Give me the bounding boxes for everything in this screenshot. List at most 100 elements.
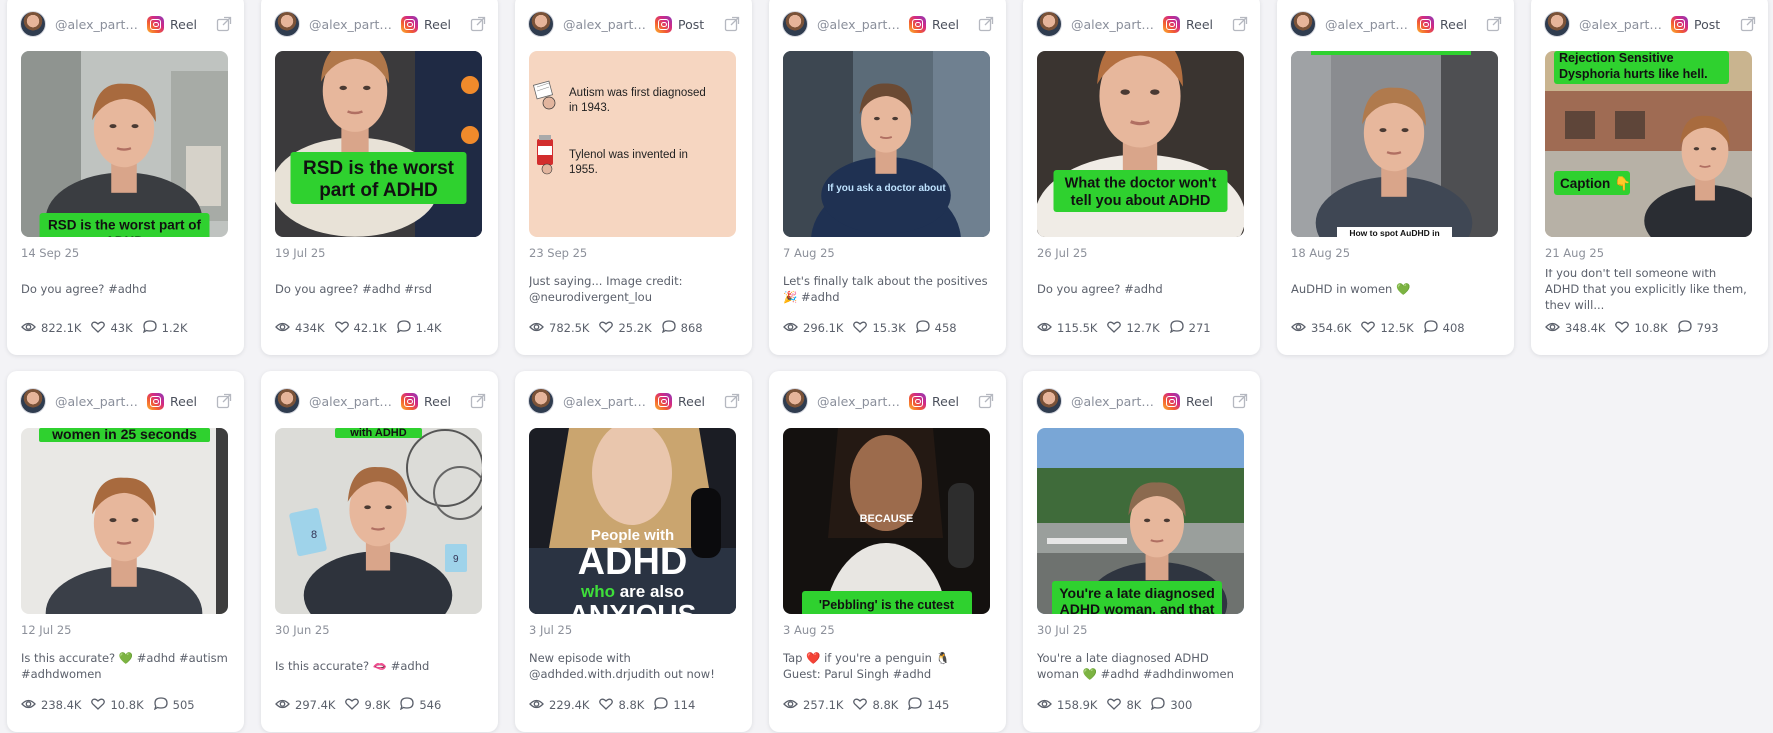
svg-text:If you ask a doctor about: If you ask a doctor about	[827, 183, 946, 194]
post-card[interactable]: @alex_partrid... Post Autism was first d…	[515, 0, 752, 355]
username[interactable]: @alex_partrid...	[1071, 17, 1156, 32]
post-thumbnail[interactable]: People with ADHD who are also ANXIOUS	[529, 428, 736, 614]
views-stat: 348.4K	[1545, 321, 1605, 336]
post-date: 21 Aug 25	[1545, 246, 1605, 260]
post-card[interactable]: @alex_partrid... Reel BECAUSE 'Pebbling'…	[769, 371, 1006, 732]
heart-icon	[345, 698, 364, 713]
post-thumbnail[interactable]: BECAUSE 'Pebbling' is the cutest	[783, 428, 990, 614]
post-card[interactable]: @alex_partrid... Reel If you ask a docto…	[769, 0, 1006, 355]
external-link-icon[interactable]	[1486, 16, 1502, 32]
external-link-icon[interactable]	[216, 393, 232, 409]
avatar[interactable]	[1290, 11, 1316, 37]
post-type-label: Reel	[170, 393, 197, 409]
instagram-icon	[147, 392, 164, 410]
post-card[interactable]: @alex_partrid... Reel 8 9 with ADHD 30 J…	[261, 371, 498, 732]
post-thumbnail[interactable]: 8 9 with ADHD	[275, 428, 482, 614]
username[interactable]: @alex_partrid...	[309, 17, 394, 32]
post-thumbnail[interactable]: Rejection Sensitive Dysphoria hurts like…	[1545, 51, 1752, 237]
external-link-icon[interactable]	[1740, 16, 1756, 32]
username[interactable]: @alex_partrid...	[1325, 17, 1410, 32]
username[interactable]: @alex_partrid...	[817, 394, 902, 409]
views-stat: 822.1K	[21, 321, 81, 336]
external-link-icon[interactable]	[724, 16, 740, 32]
post-thumbnail[interactable]: You're a late diagnosed ADHD woman, and …	[1037, 428, 1244, 614]
card-header: @alex_partrid... Reel	[782, 10, 998, 38]
eye-icon	[783, 698, 803, 713]
post-type-label: Reel	[932, 393, 959, 409]
post-stats: 354.6K 12.5K 408	[1291, 320, 1504, 336]
post-card[interactable]: @alex_partrid... Reel You're a late diag…	[1023, 371, 1260, 732]
avatar[interactable]	[782, 388, 808, 414]
username[interactable]: @alex_partrid...	[563, 394, 648, 409]
username[interactable]: @alex_partrid...	[309, 394, 394, 409]
post-caption: New episode with @adhded.with.drjudith o…	[529, 651, 715, 681]
post-thumbnail[interactable]: women in 25 seconds	[21, 428, 228, 614]
post-date: 3 Jul 25	[529, 623, 573, 637]
post-stats: 822.1K 43K 1.2K	[21, 320, 234, 336]
username[interactable]: @alex_partrid...	[1579, 17, 1664, 32]
post-type-label: Reel	[1440, 16, 1467, 32]
avatar[interactable]	[1544, 11, 1570, 37]
username[interactable]: @alex_partrid...	[1071, 394, 1156, 409]
likes-stat: 8.8K	[853, 698, 898, 713]
post-caption: Let's finally talk about the positives 🎉…	[783, 274, 988, 304]
username[interactable]: @alex_partrid...	[55, 17, 140, 32]
likes-stat: 10.8K	[1615, 321, 1668, 336]
post-card[interactable]: @alex_partrid... Reel women in 25 second…	[7, 371, 244, 732]
post-card[interactable]: @alex_partrid... Reel People with ADHD w…	[515, 371, 752, 732]
instagram-icon	[147, 15, 164, 33]
avatar[interactable]	[782, 11, 808, 37]
post-stats: 296.1K 15.3K 458	[783, 320, 996, 336]
svg-text:What the doctor won't: What the doctor won't	[1065, 176, 1217, 192]
avatar[interactable]	[1036, 388, 1062, 414]
external-link-icon[interactable]	[470, 393, 486, 409]
post-stats: 257.1K 8.8K 145	[783, 697, 996, 713]
post-thumbnail[interactable]: RSD is the worst part of ADHD	[275, 51, 482, 237]
post-grid: @alex_partrid... Reel RSD is the worst p…	[7, 0, 1773, 732]
instagram-icon	[1671, 15, 1688, 33]
post-thumbnail[interactable]: If you ask a doctor about	[783, 51, 990, 237]
username[interactable]: @alex_partrid...	[55, 394, 140, 409]
likes-stat: 15.3K	[853, 321, 906, 336]
external-link-icon[interactable]	[216, 16, 232, 32]
post-card[interactable]: @alex_partrid... Post Rejection Sensitiv…	[1531, 0, 1768, 355]
post-type-label: Reel	[678, 393, 705, 409]
avatar[interactable]	[528, 11, 554, 37]
svg-text:ANXIOUS: ANXIOUS	[569, 599, 697, 614]
external-link-icon[interactable]	[1232, 16, 1248, 32]
avatar[interactable]	[528, 388, 554, 414]
external-link-icon[interactable]	[470, 16, 486, 32]
comment-icon	[915, 320, 935, 336]
post-card[interactable]: @alex_partrid... Reel RSD is the worstpa…	[261, 0, 498, 355]
post-thumbnail[interactable]: How to spot AuDHD in	[1291, 51, 1498, 237]
post-caption: Do you agree? #adhd	[21, 282, 147, 296]
avatar[interactable]	[274, 11, 300, 37]
avatar[interactable]	[1036, 11, 1062, 37]
external-link-icon[interactable]	[1232, 393, 1248, 409]
post-card[interactable]: @alex_partrid... Reel What the doctor wo…	[1023, 0, 1260, 355]
post-stats: 115.5K 12.7K 271	[1037, 320, 1250, 336]
post-thumbnail[interactable]: RSD is the worst part of ADHD	[21, 51, 228, 237]
svg-text:ADHD woman, and that: ADHD woman, and that	[1060, 601, 1215, 614]
external-link-icon[interactable]	[724, 393, 740, 409]
external-link-icon[interactable]	[978, 393, 994, 409]
avatar[interactable]	[20, 388, 46, 414]
post-card[interactable]: @alex_partrid... Reel RSD is the worst p…	[7, 0, 244, 355]
svg-text:women in 25 seconds: women in 25 seconds	[51, 428, 197, 442]
heart-icon	[599, 321, 618, 336]
comments-stat: 546	[400, 697, 441, 713]
post-thumbnail[interactable]: What the doctor won't tell you about ADHD	[1037, 51, 1244, 237]
comment-icon	[400, 697, 419, 713]
post-date: 19 Jul 25	[275, 246, 326, 260]
svg-text:Caption 👇: Caption 👇	[1560, 176, 1631, 192]
external-link-icon[interactable]	[978, 16, 994, 32]
svg-text:Tylenol was invented in: Tylenol was invented in	[569, 149, 688, 161]
post-caption: Do you agree? #adhd #rsd	[275, 282, 432, 296]
avatar[interactable]	[274, 388, 300, 414]
post-thumbnail[interactable]: Autism was first diagnosed in 1943. Tyle…	[529, 51, 736, 237]
username[interactable]: @alex_partrid...	[817, 17, 902, 32]
avatar[interactable]	[20, 11, 46, 37]
username[interactable]: @alex_partrid...	[563, 17, 648, 32]
post-card[interactable]: @alex_partrid... Reel How to spot AuDHD …	[1277, 0, 1514, 355]
eye-icon	[783, 321, 803, 336]
